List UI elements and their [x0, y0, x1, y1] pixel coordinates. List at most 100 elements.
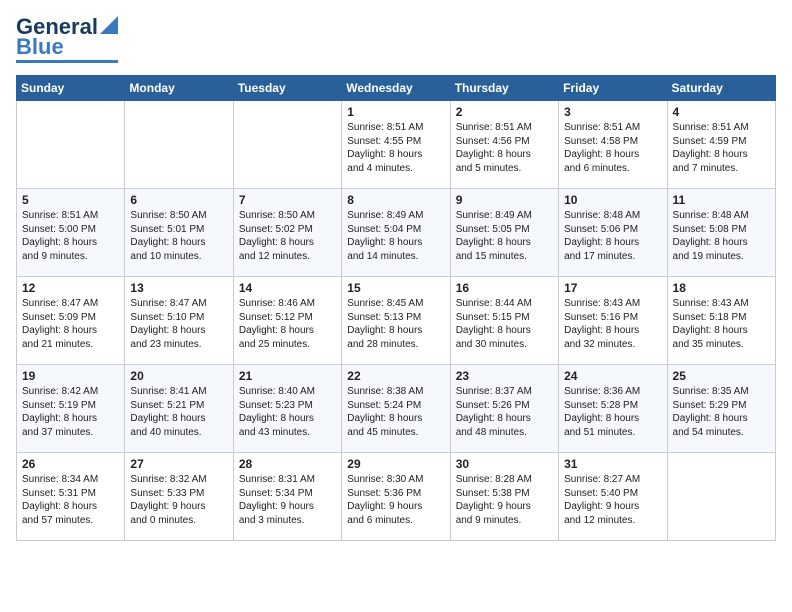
cell-line: and 9 minutes.	[22, 251, 88, 262]
calendar-cell: 20Sunrise: 8:41 AMSunset: 5:21 PMDayligh…	[125, 365, 233, 453]
day-number: 2	[456, 105, 553, 119]
day-number: 22	[347, 369, 444, 383]
cell-line: and 6 minutes.	[347, 515, 413, 526]
day-number: 11	[673, 193, 770, 207]
day-number: 12	[22, 281, 119, 295]
cell-line: Sunrise: 8:36 AM	[564, 386, 640, 397]
weekday-header-wednesday: Wednesday	[342, 76, 450, 101]
cell-line: Sunrise: 8:48 AM	[564, 210, 640, 221]
cell-line: Sunrise: 8:44 AM	[456, 298, 532, 309]
cell-line: Daylight: 8 hours	[22, 237, 97, 248]
cell-line: Daylight: 8 hours	[673, 237, 748, 248]
calendar-cell	[17, 101, 125, 189]
calendar-cell: 29 Sunrise: 8:30 AMSunset: 5:36 PMDayligh…	[342, 453, 450, 541]
cell-line: and 7 minutes.	[673, 163, 739, 174]
cell-content: Sunrise: 8:51 AMSunset: 4:55 PMDaylight:…	[347, 121, 444, 175]
day-number: 27	[130, 457, 227, 471]
calendar-cell: 21Sunrise: 8:40 AMSunset: 5:23 PMDayligh…	[233, 365, 341, 453]
day-number: 5	[22, 193, 119, 207]
cell-line: Daylight: 8 hours	[130, 237, 205, 248]
cell-line: Sunset: 5:34 PM	[239, 488, 313, 499]
cell-content: Sunrise: 8:43 AMSunset: 5:16 PMDaylight:…	[564, 297, 661, 351]
cell-line: and 28 minutes.	[347, 339, 418, 350]
cell-line: Sunset: 4:56 PM	[456, 136, 530, 147]
cell-line: Sunset: 5:13 PM	[347, 312, 421, 323]
day-number: 23	[456, 369, 553, 383]
calendar-cell: 23Sunrise: 8:37 AMSunset: 5:26 PMDayligh…	[450, 365, 558, 453]
weekday-header-row: SundayMondayTuesdayWednesdayThursdayFrid…	[17, 76, 776, 101]
weekday-header-thursday: Thursday	[450, 76, 558, 101]
cell-content: Sunrise: 8:30 AMSunset: 5:36 PMDaylight:…	[347, 473, 444, 527]
cell-line: Sunset: 4:55 PM	[347, 136, 421, 147]
cell-content: Sunrise: 8:47 AMSunset: 5:10 PMDaylight:…	[130, 297, 227, 351]
day-number: 15	[347, 281, 444, 295]
cell-line: and 51 minutes.	[564, 427, 635, 438]
week-row-4: 19Sunrise: 8:42 AMSunset: 5:19 PMDayligh…	[17, 365, 776, 453]
day-number: 6	[130, 193, 227, 207]
cell-line: Sunset: 5:00 PM	[22, 224, 96, 235]
page-header: General Blue	[16, 16, 776, 63]
cell-line: and 19 minutes.	[673, 251, 744, 262]
cell-line: Sunrise: 8:32 AM	[130, 474, 206, 485]
cell-content: Sunrise: 8:44 AMSunset: 5:15 PMDaylight:…	[456, 297, 553, 351]
cell-line: Daylight: 9 hours	[347, 501, 422, 512]
calendar-cell: 10Sunrise: 8:48 AMSunset: 5:06 PMDayligh…	[559, 189, 667, 277]
cell-line: Sunrise: 8:43 AM	[673, 298, 749, 309]
calendar-cell: 16 Sunrise: 8:44 AMSunset: 5:15 PMDayligh…	[450, 277, 558, 365]
cell-line: Daylight: 9 hours	[456, 501, 531, 512]
cell-line: Sunset: 5:36 PM	[347, 488, 421, 499]
cell-line: Sunset: 5:38 PM	[456, 488, 530, 499]
calendar-cell: 7Sunrise: 8:50 AMSunset: 5:02 PMDaylight…	[233, 189, 341, 277]
day-number: 18	[673, 281, 770, 295]
cell-content: Sunrise: 8:27 AMSunset: 5:40 PMDaylight:…	[564, 473, 661, 527]
calendar-cell: 13 Sunrise: 8:47 AMSunset: 5:10 PMDayligh…	[125, 277, 233, 365]
cell-line: and 35 minutes.	[673, 339, 744, 350]
day-number: 14	[239, 281, 336, 295]
cell-line: Daylight: 8 hours	[130, 325, 205, 336]
cell-line: Sunset: 5:24 PM	[347, 400, 421, 411]
cell-line: Daylight: 8 hours	[22, 501, 97, 512]
cell-line: Sunset: 5:01 PM	[130, 224, 204, 235]
calendar-cell: 27Sunrise: 8:32 AMSunset: 5:33 PMDayligh…	[125, 453, 233, 541]
cell-line: Sunset: 4:59 PM	[673, 136, 747, 147]
cell-line: Sunrise: 8:47 AM	[130, 298, 206, 309]
cell-content: Sunrise: 8:51 AMSunset: 4:56 PMDaylight:…	[456, 121, 553, 175]
cell-line: Sunset: 5:26 PM	[456, 400, 530, 411]
cell-line: and 15 minutes.	[456, 251, 527, 262]
cell-line: and 17 minutes.	[564, 251, 635, 262]
cell-line: and 32 minutes.	[564, 339, 635, 350]
cell-content: Sunrise: 8:38 AMSunset: 5:24 PMDaylight:…	[347, 385, 444, 439]
cell-line: and 9 minutes.	[456, 515, 522, 526]
day-number: 28	[239, 457, 336, 471]
cell-line: Sunrise: 8:34 AM	[22, 474, 98, 485]
day-number: 31	[564, 457, 661, 471]
cell-line: Sunset: 5:21 PM	[130, 400, 204, 411]
cell-line: Sunset: 5:09 PM	[22, 312, 96, 323]
cell-line: Sunset: 5:29 PM	[673, 400, 747, 411]
calendar-cell: 25Sunrise: 8:35 AMSunset: 5:29 PMDayligh…	[667, 365, 775, 453]
calendar-cell	[667, 453, 775, 541]
cell-line: Daylight: 8 hours	[673, 413, 748, 424]
week-row-3: 12Sunrise: 8:47 AMSunset: 5:09 PMDayligh…	[17, 277, 776, 365]
calendar-cell: 8Sunrise: 8:49 AMSunset: 5:04 PMDaylight…	[342, 189, 450, 277]
cell-line: Sunrise: 8:46 AM	[239, 298, 315, 309]
cell-line: Sunset: 5:05 PM	[456, 224, 530, 235]
day-number: 16	[456, 281, 553, 295]
day-number: 25	[673, 369, 770, 383]
calendar-cell: 30Sunrise: 8:28 AMSunset: 5:38 PMDayligh…	[450, 453, 558, 541]
calendar-cell: 17Sunrise: 8:43 AMSunset: 5:16 PMDayligh…	[559, 277, 667, 365]
cell-line: Sunset: 5:40 PM	[564, 488, 638, 499]
cell-line: Daylight: 8 hours	[239, 325, 314, 336]
cell-content: Sunrise: 8:48 AMSunset: 5:08 PMDaylight:…	[673, 209, 770, 263]
logo: General Blue	[16, 16, 118, 63]
cell-line: Daylight: 9 hours	[130, 501, 205, 512]
cell-content: Sunrise: 8:49 AMSunset: 5:05 PMDaylight:…	[456, 209, 553, 263]
cell-line: Sunset: 5:02 PM	[239, 224, 313, 235]
cell-content: Sunrise: 8:51 AMSunset: 4:58 PMDaylight:…	[564, 121, 661, 175]
cell-line: Daylight: 8 hours	[564, 149, 639, 160]
cell-content: Sunrise: 8:47 AMSunset: 5:09 PMDaylight:…	[22, 297, 119, 351]
day-number: 30	[456, 457, 553, 471]
day-number: 29	[347, 457, 444, 471]
cell-line: and 40 minutes.	[130, 427, 201, 438]
day-number: 13	[130, 281, 227, 295]
